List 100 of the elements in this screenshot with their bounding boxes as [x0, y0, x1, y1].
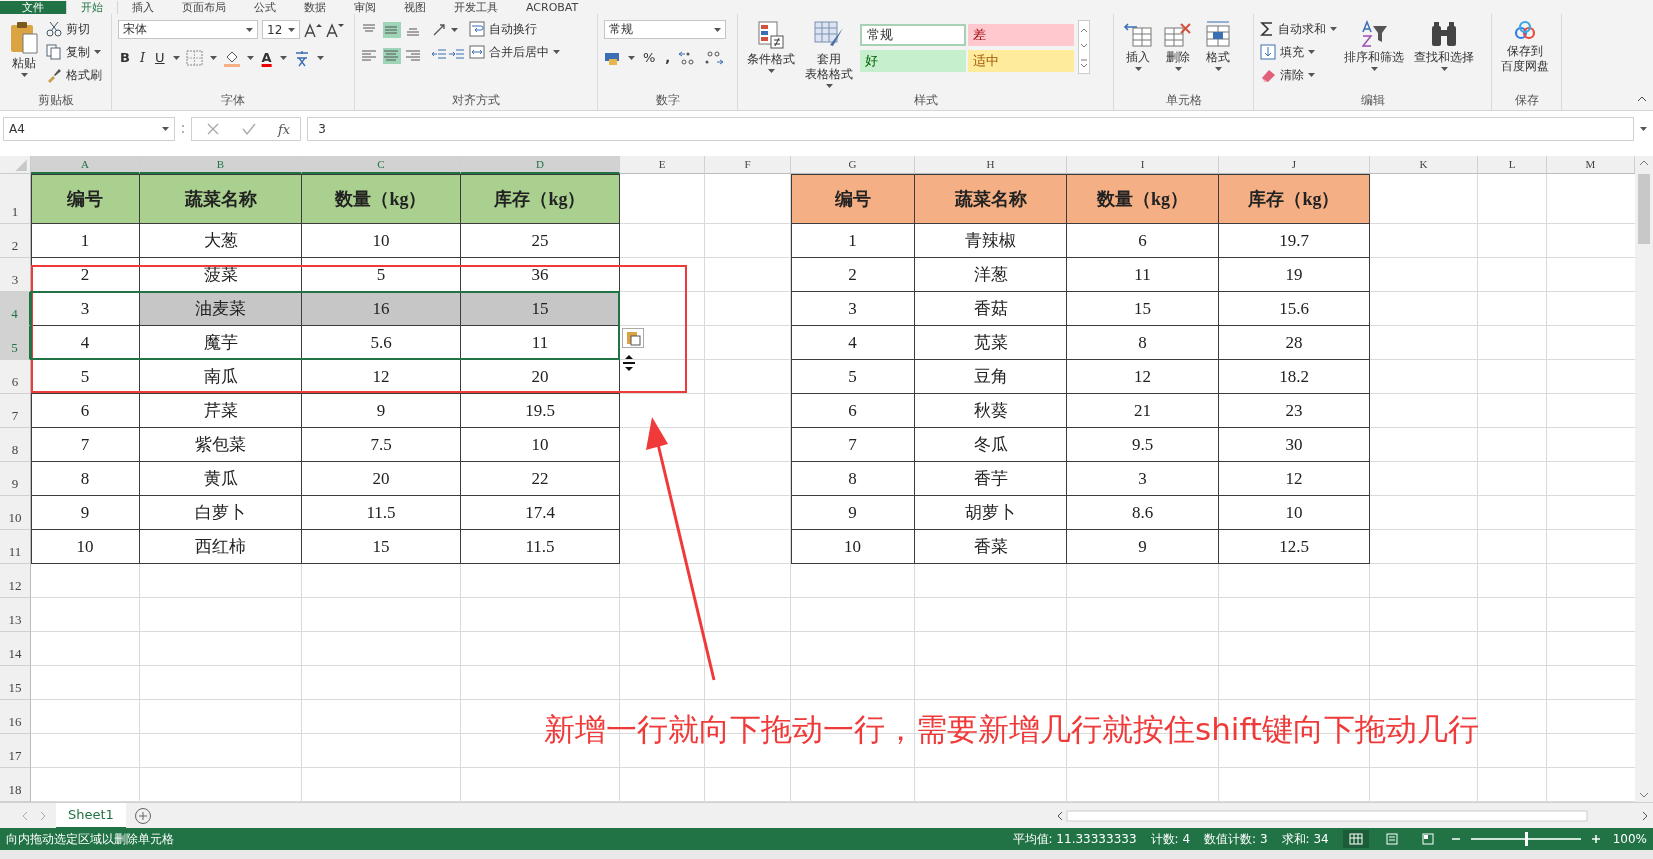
- ribbon-button[interactable]: 自动求和: [1260, 20, 1337, 38]
- ribbon-button[interactable]: 清除: [1260, 66, 1337, 84]
- column-header[interactable]: G: [791, 156, 915, 174]
- row-header[interactable]: 14: [0, 632, 31, 666]
- column-header[interactable]: M: [1547, 156, 1635, 174]
- font-color-button[interactable]: A: [259, 49, 274, 67]
- underline-button[interactable]: U: [153, 49, 167, 67]
- name-box[interactable]: A4: [3, 117, 175, 141]
- row-header[interactable]: 1: [0, 174, 31, 224]
- gallery-scroll-icon[interactable]: [1078, 20, 1090, 74]
- row-header[interactable]: 8: [0, 428, 31, 462]
- row-header[interactable]: 5: [0, 326, 31, 360]
- ribbon-tab[interactable]: 审阅: [340, 1, 390, 14]
- column-header[interactable]: I: [1067, 156, 1219, 174]
- ribbon-tab[interactable]: 文件: [0, 1, 66, 14]
- column-header[interactable]: J: [1219, 156, 1370, 174]
- bold-button[interactable]: B: [118, 49, 132, 67]
- row-header[interactable]: 9: [0, 462, 31, 496]
- ribbon-button[interactable]: 条件格式: [744, 20, 798, 73]
- number-format-dropdown[interactable]: 常规: [604, 20, 726, 39]
- sheet-tab[interactable]: Sheet1: [56, 802, 126, 829]
- row-header[interactable]: 4: [0, 292, 31, 326]
- insert-function-button[interactable]: fx: [278, 121, 291, 137]
- comma-button[interactable]: ,: [663, 49, 673, 67]
- column-header[interactable]: B: [140, 156, 302, 174]
- font-grow-icon[interactable]: [304, 21, 322, 38]
- ribbon-tab[interactable]: 页面布局: [168, 1, 240, 14]
- caret-icon[interactable]: [246, 56, 254, 60]
- row-header[interactable]: 13: [0, 598, 31, 632]
- ribbon-button[interactable]: 复制: [46, 43, 102, 61]
- paste-button[interactable]: 粘贴: [6, 20, 42, 77]
- align-icon[interactable]: [361, 48, 379, 64]
- row-header[interactable]: 11: [0, 530, 31, 564]
- row-header[interactable]: 7: [0, 394, 31, 428]
- row-header[interactable]: 16: [0, 700, 31, 734]
- ribbon-button[interactable]: 保存到 百度网盘: [1498, 20, 1552, 74]
- ribbon-tab[interactable]: 开发工具: [440, 1, 512, 14]
- column-header[interactable]: A: [31, 156, 140, 174]
- paste-options-icon[interactable]: [622, 328, 644, 348]
- cell-style-option[interactable]: 差: [968, 24, 1074, 46]
- italic-button[interactable]: I: [137, 49, 148, 67]
- ribbon-button[interactable]: 套用 表格格式: [802, 20, 856, 88]
- font-size-dropdown[interactable]: 12: [262, 20, 300, 39]
- caret-icon[interactable]: [209, 56, 217, 60]
- row-header[interactable]: 17: [0, 734, 31, 768]
- vertical-scrollbar[interactable]: [1635, 156, 1653, 802]
- cell-style-option[interactable]: 好: [860, 50, 966, 72]
- percent-button[interactable]: %: [641, 49, 658, 67]
- ribbon-tab[interactable]: 插入: [118, 1, 168, 14]
- ribbon-tab[interactable]: 视图: [390, 1, 440, 14]
- formula-input[interactable]: 3: [307, 117, 1634, 141]
- column-header[interactable]: H: [915, 156, 1067, 174]
- ribbon-button[interactable]: 自动换行: [469, 20, 560, 38]
- row-header[interactable]: 3: [0, 258, 31, 292]
- caret-icon[interactable]: [628, 56, 635, 60]
- column-header[interactable]: C: [302, 156, 461, 174]
- column-header[interactable]: L: [1478, 156, 1547, 174]
- zoom-in-icon[interactable]: [1590, 834, 1601, 844]
- ribbon-button[interactable]: 格式: [1200, 20, 1236, 71]
- fill-color-icon[interactable]: [222, 49, 241, 67]
- caret-icon[interactable]: [279, 56, 287, 60]
- ribbon-button[interactable]: 合并后居中: [469, 43, 560, 61]
- enter-icon[interactable]: [242, 122, 256, 136]
- row-header[interactable]: 6: [0, 360, 31, 394]
- row-header[interactable]: 15: [0, 666, 31, 700]
- column-header[interactable]: K: [1370, 156, 1478, 174]
- caret-icon[interactable]: [172, 56, 180, 60]
- ribbon-tab[interactable]: 开始: [66, 1, 118, 14]
- ribbon-tab[interactable]: 数据: [290, 1, 340, 14]
- column-header[interactable]: F: [705, 156, 791, 174]
- decrease-decimal-icon[interactable]: [704, 50, 725, 66]
- row-header[interactable]: 12: [0, 564, 31, 598]
- view-mode-button[interactable]: [1342, 830, 1369, 848]
- ribbon-button[interactable]: 查找和选择: [1411, 20, 1477, 71]
- caret-icon[interactable]: [316, 56, 324, 60]
- font-name-dropdown[interactable]: 宋体: [118, 20, 258, 39]
- cancel-icon[interactable]: [206, 122, 220, 136]
- caret-icon[interactable]: [451, 28, 458, 32]
- ribbon-button[interactable]: 填充: [1260, 43, 1337, 61]
- caret-icon[interactable]: [1640, 127, 1647, 131]
- ribbon-button[interactable]: 剪切: [46, 20, 102, 38]
- cell-style-option[interactable]: 常规: [860, 24, 966, 46]
- ribbon-tab[interactable]: ACROBAT: [512, 1, 593, 14]
- row-header[interactable]: 10: [0, 496, 31, 530]
- ribbon-button[interactable]: 删除: [1160, 20, 1196, 71]
- row-header[interactable]: 2: [0, 224, 31, 258]
- collapse-ribbon-icon[interactable]: [1637, 96, 1647, 102]
- ribbon-tab[interactable]: 公式: [240, 1, 290, 14]
- add-sheet-icon[interactable]: [133, 806, 152, 825]
- font-shrink-icon[interactable]: [326, 21, 344, 38]
- cell-style-option[interactable]: 适中: [968, 50, 1074, 72]
- currency-icon[interactable]: [604, 50, 622, 66]
- row-header[interactable]: 18: [0, 768, 31, 802]
- column-header[interactable]: E: [620, 156, 705, 174]
- group-label: 样式: [913, 91, 938, 109]
- column-header[interactable]: D: [461, 156, 620, 174]
- align-icon[interactable]: [405, 48, 423, 64]
- ribbon-button[interactable]: 排序和筛选: [1341, 20, 1407, 71]
- ribbon-button[interactable]: 格式刷: [46, 66, 102, 84]
- ribbon-button[interactable]: 插入: [1120, 20, 1156, 71]
